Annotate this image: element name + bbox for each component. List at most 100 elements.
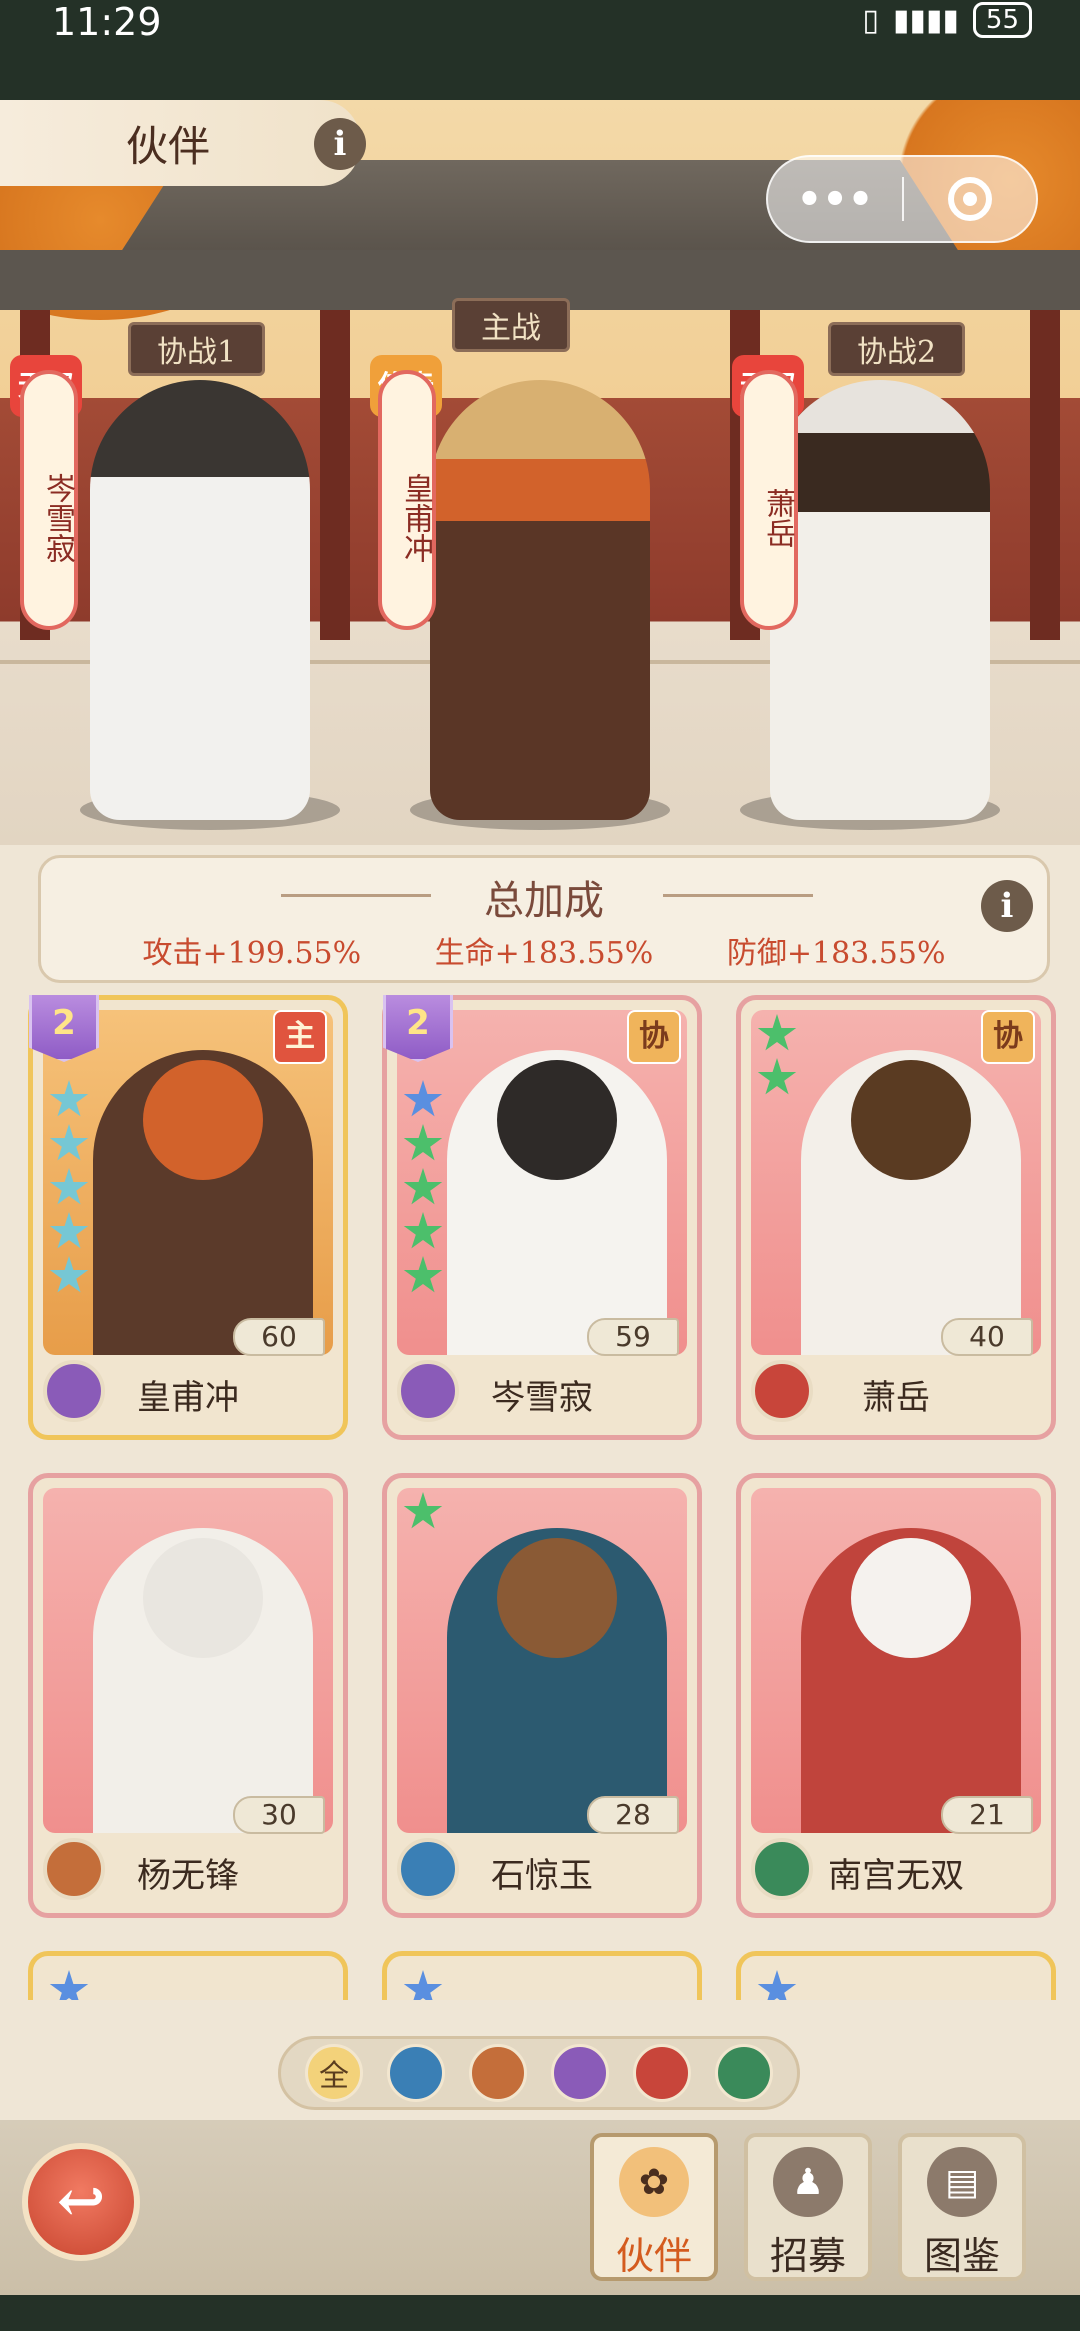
level-badge: 40 [941, 1318, 1033, 1356]
partner-icon: ✿ [619, 2147, 689, 2217]
star-icon [49, 1168, 89, 1205]
faction-filter-button[interactable] [469, 2044, 527, 2102]
bonus-stats: 攻击+199.55% 生命+183.55% 防御+183.55% [41, 928, 1047, 972]
signal-icon: ▮▮▮▮ [892, 2, 959, 38]
bonus-title: 总加成 [484, 878, 604, 924]
role-badge: 协 [627, 1010, 681, 1064]
nav-tab-recruit[interactable]: ♟ 招募 [744, 2133, 872, 2281]
partner-grid: 2 主 60 皇甫冲 2 协 59 岑雪寂协 40 萧岳 30 杨无锋 28 石惊玉 21 南宫无双 [0, 995, 1080, 2000]
partner-card[interactable]: 21 南宫无双 [736, 1473, 1056, 1918]
partner-card[interactable]: 2 主 60 皇甫冲 [28, 995, 348, 1440]
faction-filter-button[interactable] [551, 2044, 609, 2102]
divider-right [663, 894, 813, 897]
card-name: 石惊玉 [491, 1856, 593, 1896]
character-head [851, 1538, 971, 1658]
character-head [143, 1060, 263, 1180]
status-icons: ▯ ▮▮▮▮ 55 [862, 2, 1032, 38]
nav-tab-label: 伙伴 [615, 2234, 692, 2278]
star-icon [757, 1058, 797, 1095]
slot-plaque-assist1: 协战1 [128, 322, 266, 376]
partner-card-partial[interactable] [736, 1951, 1056, 2000]
star-rating [403, 1492, 443, 1532]
star-icon [49, 1970, 89, 2000]
partner-card[interactable]: 28 石惊玉 [382, 1473, 702, 1918]
slot-name: 萧岳 [760, 488, 795, 548]
level-badge: 28 [587, 1796, 679, 1834]
faction-filter-bar: 全 [278, 2036, 800, 2110]
slot-name-banner: 皇甫冲 [378, 370, 436, 630]
slot-name-banner: 岑雪寂 [20, 370, 78, 630]
character-head [143, 1538, 263, 1658]
star-rating [49, 1970, 89, 2000]
role-badge: 协 [981, 1010, 1035, 1064]
back-button[interactable]: ↩ [22, 2143, 140, 2261]
book-icon: ▤ [927, 2147, 997, 2217]
star-rating [757, 1014, 797, 1098]
star-icon [403, 1168, 443, 1205]
partner-card[interactable]: 30 杨无锋 [28, 1473, 348, 1918]
faction-filter-button[interactable] [715, 2044, 773, 2102]
character-sprite-xiao-yue[interactable] [770, 380, 990, 820]
star-icon [403, 1080, 443, 1117]
card-name: 南宫无双 [828, 1856, 964, 1896]
role-badge: 主 [273, 1010, 327, 1064]
character-sprite-huangfu-chong[interactable] [430, 380, 650, 820]
nav-tab-label: 图鉴 [923, 2234, 1000, 2278]
partner-card[interactable]: 协 40 萧岳 [736, 995, 1056, 1440]
card-art [43, 1488, 333, 1833]
star-icon [403, 1212, 443, 1249]
system-nav-strip [0, 2295, 1080, 2331]
star-icon [757, 1970, 797, 2000]
battery-icon: 55 [972, 2, 1032, 38]
pillar [320, 310, 350, 640]
star-icon [403, 1492, 443, 1529]
attack-bonus: 攻击+199.55% [142, 936, 362, 971]
more-menu-button[interactable]: ••• [768, 176, 902, 223]
slot-name: 皇甫冲 [398, 473, 433, 563]
faction-filter-button[interactable] [633, 2044, 691, 2102]
partner-card[interactable]: 2 协 59 岑雪寂 [382, 995, 702, 1440]
character-head [851, 1060, 971, 1180]
bonus-info-icon[interactable]: i [981, 880, 1033, 932]
character-head [497, 1538, 617, 1658]
star-icon [49, 1124, 89, 1161]
star-rating [757, 1970, 797, 2000]
vibrate-icon: ▯ [862, 2, 879, 38]
status-time: 11:29 [52, 0, 162, 44]
level-badge: 60 [233, 1318, 325, 1356]
close-target-icon[interactable] [948, 177, 992, 221]
slot-name-banner: 萧岳 [740, 370, 798, 630]
pillar [1030, 310, 1060, 640]
star-icon [403, 1256, 443, 1293]
star-icon [403, 1970, 443, 2000]
star-icon [757, 1014, 797, 1051]
star-rating [403, 1080, 443, 1296]
character-sprite-cen-xueji[interactable] [90, 380, 310, 820]
level-badge: 30 [233, 1796, 325, 1834]
page-title-tab: 伙伴 [0, 100, 360, 186]
faction-filter-button[interactable] [387, 2044, 445, 2102]
card-name: 岑雪寂 [491, 1378, 593, 1418]
filter-all-button[interactable]: 全 [305, 2044, 363, 2102]
info-icon[interactable]: i [314, 118, 366, 170]
star-icon [49, 1256, 89, 1293]
hp-bonus: 生命+183.55% [434, 936, 654, 971]
nav-tab-codex[interactable]: ▤ 图鉴 [898, 2133, 1026, 2281]
level-badge: 21 [941, 1796, 1033, 1834]
nav-tab-partners[interactable]: ✿ 伙伴 [590, 2133, 718, 2281]
recruit-icon: ♟ [773, 2147, 843, 2217]
slot-plaque-main: 主战 [452, 298, 570, 352]
partner-card-partial[interactable] [382, 1951, 702, 2000]
partner-card-partial[interactable] [28, 1951, 348, 2000]
slot-name: 岑雪寂 [40, 473, 75, 563]
card-name: 皇甫冲 [137, 1378, 239, 1418]
star-rating [403, 1970, 443, 2000]
card-name: 萧岳 [862, 1378, 930, 1418]
star-icon [49, 1080, 89, 1117]
miniprogram-capsule: ••• [766, 155, 1038, 243]
capsule-divider [902, 177, 904, 221]
star-icon [49, 1212, 89, 1249]
card-art [397, 1488, 687, 1833]
card-art [751, 1488, 1041, 1833]
defense-bonus: 防御+183.55% [726, 936, 946, 971]
